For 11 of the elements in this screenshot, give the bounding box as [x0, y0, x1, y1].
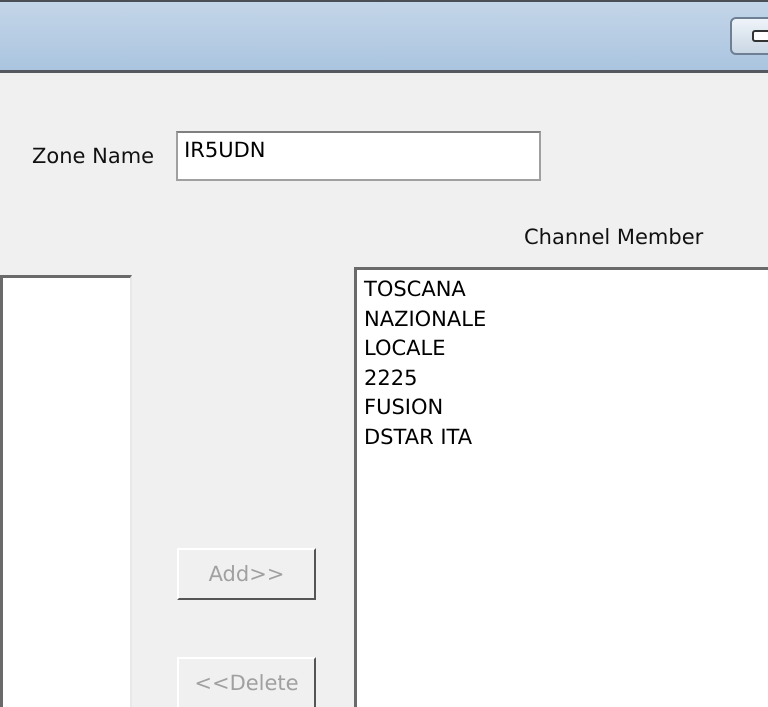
channel-member-label: Channel Member — [524, 225, 704, 249]
list-item[interactable]: DSTAR ITA — [364, 422, 472, 452]
zone-name-label: Zone Name — [32, 144, 154, 168]
channel-list[interactable] — [0, 275, 132, 707]
list-item[interactable]: FUSION — [364, 393, 444, 422]
list-item[interactable]: NAZIONALE — [364, 304, 486, 334]
zone-name-field[interactable]: IR5UDN — [176, 131, 542, 181]
list-item[interactable]: LOCALE — [364, 334, 446, 364]
list-item[interactable]: 2225 — [364, 364, 418, 393]
channel-member-list[interactable]: TOSCANA NAZIONALE LOCALE 2225 FUSION DSTAR ITA — [354, 267, 768, 707]
list-item[interactable]: TOSCANA — [364, 275, 466, 304]
